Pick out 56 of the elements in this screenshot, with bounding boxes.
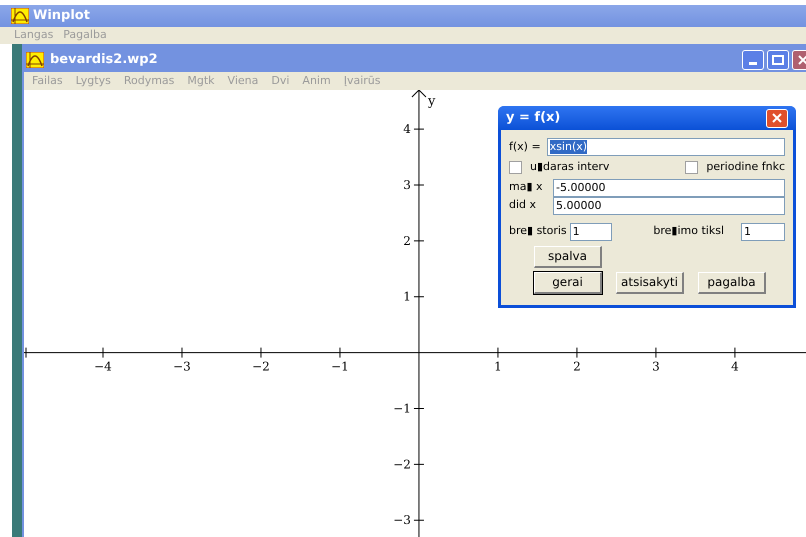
app-title: Winplot <box>33 7 90 26</box>
text-field[interactable]: -5.00000 <box>553 178 785 196</box>
tick-label: 4 <box>403 122 411 136</box>
checkbox-label: u▮daras interv <box>530 159 610 175</box>
menu-item[interactable]: Mgtk <box>187 72 215 90</box>
close-icon <box>772 113 782 123</box>
dialog-button[interactable]: gerai <box>534 272 602 294</box>
dialog-button[interactable]: spalva <box>534 246 602 268</box>
tick-label: 3 <box>403 178 411 192</box>
checkbox-label: periodine fnkc <box>706 159 785 175</box>
tick-label: 2 <box>403 234 411 248</box>
maximize-icon <box>772 55 784 65</box>
graph-icon <box>11 8 29 24</box>
graph-icon <box>26 52 44 68</box>
menu-item[interactable]: Lygtys <box>76 72 111 90</box>
tick-label: −1 <box>393 401 411 416</box>
field-label: did x <box>509 197 538 214</box>
tick-label: −3 <box>173 360 191 374</box>
tick-label: 1 <box>403 290 411 304</box>
field-label: bre▮imo tiksl <box>653 223 724 240</box>
tick-label: −2 <box>252 360 270 374</box>
menu-item[interactable]: Langas <box>14 27 54 44</box>
tick-label: −4 <box>94 360 112 374</box>
tick-label: 2 <box>573 360 581 374</box>
minimize-icon <box>749 62 757 65</box>
checkbox[interactable] <box>685 160 698 174</box>
text-field[interactable]: 1 <box>741 222 785 240</box>
maximize-button[interactable] <box>767 50 789 70</box>
dialog-title: y = f(x) <box>506 109 560 128</box>
close-icon <box>798 55 806 65</box>
text-field[interactable]: 1 <box>570 222 612 240</box>
axis-label: y <box>428 94 436 109</box>
menu-item[interactable]: Pagalba <box>63 27 107 44</box>
tick-label: −3 <box>393 513 411 528</box>
dialog-button[interactable]: pagalba <box>698 272 766 294</box>
tick-label: 1 <box>494 360 502 374</box>
document-title: bevardis2.wp2 <box>50 51 158 70</box>
dialog-button[interactable]: atsisakyti <box>616 272 684 294</box>
field-label: bre▮ storis <box>509 223 567 240</box>
minimize-button[interactable] <box>742 50 764 70</box>
menu-item[interactable]: Dvi <box>271 72 290 90</box>
checkbox[interactable] <box>509 160 522 174</box>
menu-item[interactable]: Anim <box>302 72 331 90</box>
tick-label: 4 <box>731 360 739 374</box>
field-label: f(x) = <box>509 138 541 155</box>
menu-item[interactable]: Viena <box>228 72 258 90</box>
menu-item[interactable]: Rodymas <box>124 72 174 90</box>
tick-label: 3 <box>652 360 660 374</box>
menu-item[interactable]: Failas <box>32 72 63 90</box>
tick-label: −1 <box>331 360 349 374</box>
close-button[interactable] <box>766 108 788 128</box>
menu-item[interactable]: Įvairūs <box>344 72 380 90</box>
field-label: ma▮ x <box>509 179 544 196</box>
text-field[interactable]: xsin(x) <box>546 138 785 156</box>
text-field[interactable]: 5.00000 <box>553 196 785 214</box>
tick-label: −2 <box>393 457 411 472</box>
